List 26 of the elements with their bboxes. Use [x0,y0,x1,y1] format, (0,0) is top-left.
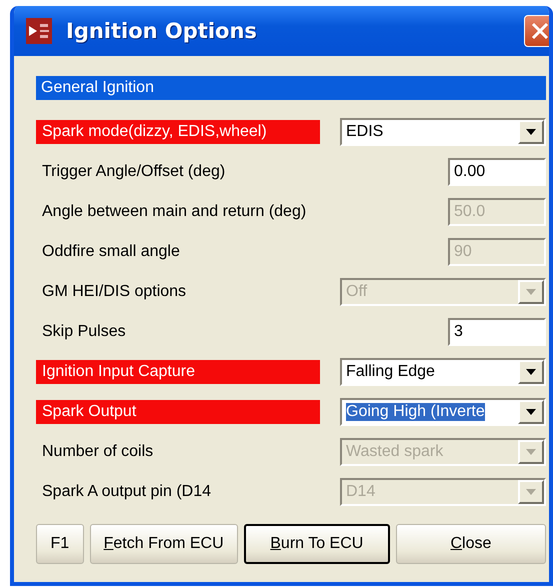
field-label: GM HEI/DIS options [41,282,188,302]
dropdown[interactable]: Falling Edge [340,358,546,386]
field-label: Oddfire small angle [41,242,181,262]
input-field[interactable]: 0.00 [448,158,546,186]
field-label: Ignition Input Capture [36,360,320,384]
field-label: Number of coils [41,442,154,462]
window-title: Ignition Options [66,19,258,43]
close-icon[interactable] [524,15,549,47]
app-icon [26,18,52,44]
dropdown-arrow-icon[interactable] [526,129,536,135]
field-label: Spark Output [36,400,320,424]
dialog-button[interactable]: Close [396,524,546,564]
field-label: Trigger Angle/Offset (deg) [41,162,226,182]
dropdown-arrow-icon[interactable] [526,409,536,415]
field-label: Angle between main and return (deg) [41,202,308,222]
dropdown-arrow-icon[interactable] [526,369,536,375]
field-label: Skip Pulses [41,322,127,342]
section-header: General Ignition [36,76,546,100]
field-label: Spark mode(dizzy, EDIS,wheel) [36,120,320,144]
dialog-button[interactable]: Burn To ECU [244,524,390,564]
dialog-button[interactable]: F1 [36,524,84,564]
dropdown[interactable]: EDIS [340,118,546,146]
dialog-button[interactable]: Fetch From ECU [90,524,238,564]
dropdown[interactable]: Going High (Inverte [340,398,546,426]
field-label: Spark A output pin (D14 [41,482,212,502]
input-field[interactable]: 3 [448,318,546,346]
